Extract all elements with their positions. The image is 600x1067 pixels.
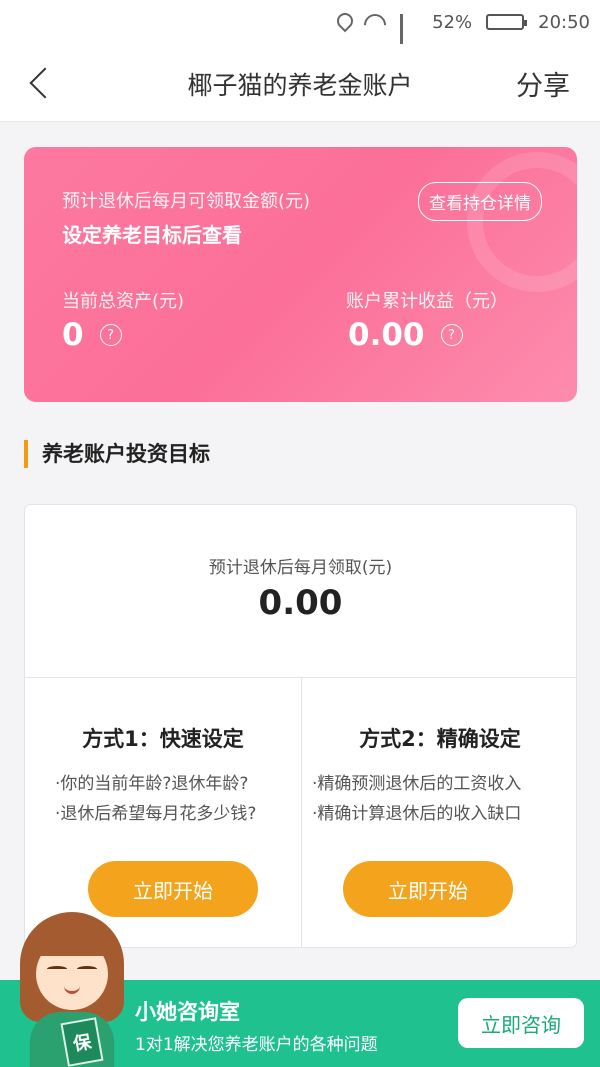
quick-setup-panel: 方式1：快速设定 ·你的当前年龄?退休年龄? ·退休后希望每月花多少钱? 立即开… (25, 677, 301, 949)
precise-start-button[interactable]: 立即开始 (343, 861, 513, 917)
method-bullet: ·精确预测退休后的工资收入 (312, 774, 522, 794)
total-assets-label: 当前总资产(元) (62, 291, 185, 312)
wifi-icon (364, 14, 386, 30)
mascot-bangs (32, 922, 112, 956)
help-icon[interactable]: ? (99, 324, 122, 346)
method-bullet: ·精确计算退休后的收入缺口 (312, 804, 522, 824)
mascot-eye (77, 966, 97, 972)
consult-button[interactable]: 立即咨询 (458, 998, 584, 1048)
battery-icon (486, 14, 528, 30)
decorative-circle (467, 152, 577, 292)
total-assets-row: 0 ? (62, 317, 122, 353)
mascot-avatar[interactable]: 保 (20, 912, 124, 1067)
signal-icon (400, 14, 418, 52)
monthly-target-label: 预计退休后每月领取(元) (208, 558, 393, 578)
total-assets-value: 0 (62, 317, 84, 353)
location-icon (336, 13, 350, 31)
investment-target-card: 预计退休后每月领取(元) 0.00 方式1：快速设定 ·你的当前年龄?退休年龄?… (24, 504, 577, 948)
cumulative-earnings-row: 0.00 ? (348, 317, 463, 353)
pension-summary-card: 预计退休后每月可领取金额(元) 设定养老目标后查看 查看持仓详情 当前总资产(元… (24, 147, 577, 402)
battery-percent: 52% (432, 11, 473, 33)
help-icon[interactable]: ? (440, 324, 463, 346)
quick-start-button[interactable]: 立即开始 (88, 861, 258, 917)
page-title: 椰子猫的养老金账户 (187, 71, 413, 100)
consult-title: 小她咨询室 (135, 1000, 240, 1024)
mascot-book: 保 (60, 1017, 104, 1067)
method-title: 方式1：快速设定 (82, 727, 244, 751)
cumulative-earnings-label: 账户累计收益（元） (346, 291, 508, 312)
precise-setup-panel: 方式2：精确设定 ·精确预测退休后的工资收入 ·精确计算退休后的收入缺口 立即开… (302, 677, 578, 949)
nav-bar: 椰子猫的养老金账户 分享 (0, 44, 600, 122)
share-button[interactable]: 分享 (516, 64, 570, 103)
set-goal-prompt[interactable]: 设定养老目标后查看 (62, 219, 242, 248)
status-bar: 52% 20:50 (0, 0, 600, 52)
monthly-target-value: 0.00 (258, 583, 343, 623)
mascot-eye (47, 966, 67, 972)
view-holdings-button[interactable]: 查看持仓详情 (418, 182, 542, 221)
consult-subtitle: 1对1解决您养老账户的各种问题 (135, 1035, 378, 1055)
clock: 20:50 (538, 11, 590, 33)
cumulative-earnings-value: 0.00 (348, 317, 425, 353)
method-bullet: ·退休后希望每月花多少钱? (55, 804, 257, 824)
section-title: 养老账户投资目标 (24, 440, 210, 468)
monthly-estimate-label: 预计退休后每月可领取金额(元) (62, 191, 311, 212)
method-title: 方式2：精确设定 (359, 727, 521, 751)
method-bullet: ·你的当前年龄?退休年龄? (55, 774, 249, 794)
